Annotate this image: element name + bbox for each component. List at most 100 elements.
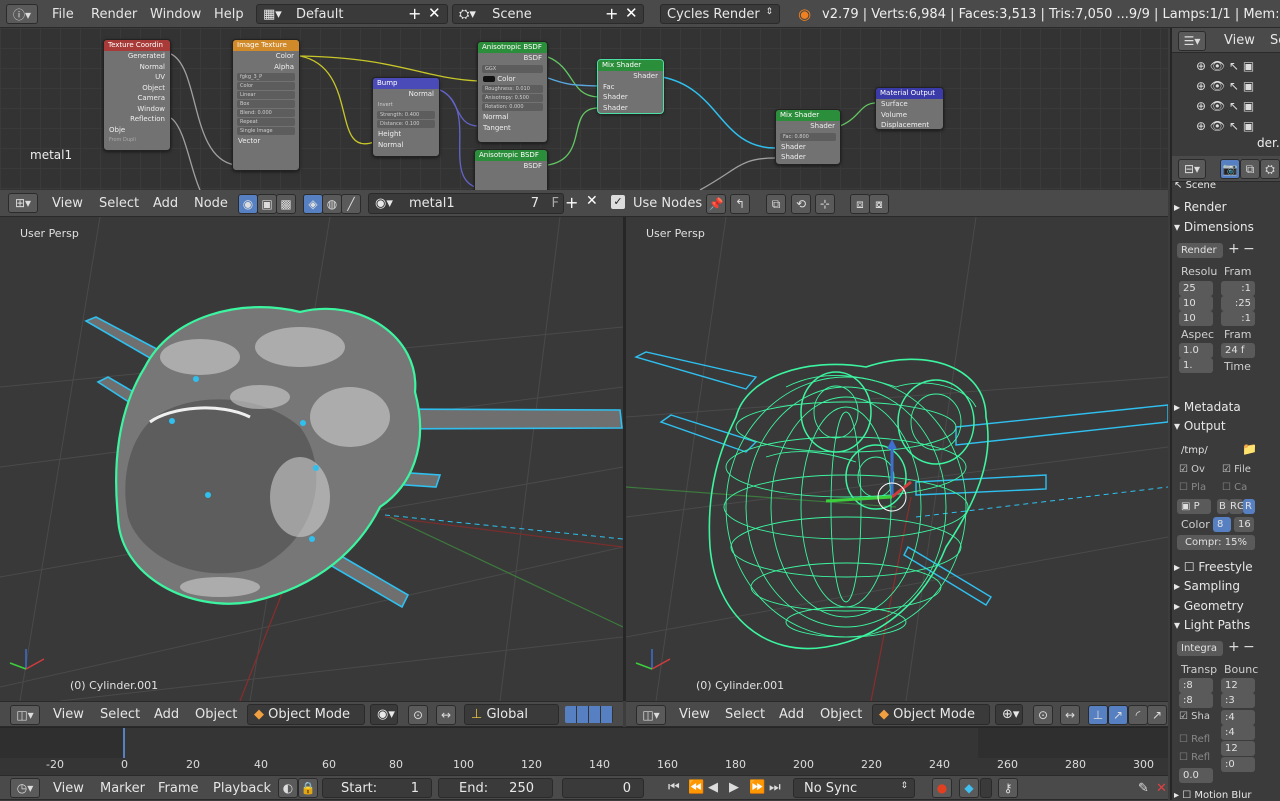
translate-manipulator-icon[interactable]: ⊥: [1088, 705, 1108, 725]
color-mode-rgb[interactable]: RG: [1229, 499, 1245, 514]
refractive-caustics-checkbox[interactable]: ☐ Refl: [1179, 752, 1210, 763]
eye-icon[interactable]: 👁: [1210, 79, 1225, 93]
start-frame-field[interactable]: Start: 1: [322, 778, 432, 798]
outliner-menu-view[interactable]: View: [1224, 33, 1255, 48]
manipulator-icon[interactable]: ↔: [436, 705, 456, 725]
use-nodes-checkbox[interactable]: ✓: [611, 195, 625, 209]
info-editor-icon[interactable]: ⓘ▾: [6, 4, 38, 24]
mode-dropdown[interactable]: ◆ Object Mode: [247, 704, 365, 725]
linestyle-icon[interactable]: ╱: [341, 194, 361, 214]
glossy-bounces-field[interactable]: :4: [1221, 725, 1255, 740]
color-socket[interactable]: Color: [478, 74, 547, 85]
file-format-dropdown[interactable]: ▣ P: [1177, 499, 1211, 514]
node-bump[interactable]: Bump Normal Invert Strength: 0.400 Dista…: [372, 77, 440, 157]
playhead[interactable]: [123, 728, 125, 758]
output-path-field[interactable]: /tmp/: [1177, 443, 1237, 458]
distance-field[interactable]: Distance: 0.100: [377, 120, 435, 128]
interpolation-field[interactable]: Linear: [237, 91, 295, 99]
color-mode-rgba[interactable]: R: [1243, 499, 1255, 514]
cursor-icon[interactable]: ↖: [1229, 59, 1239, 73]
shadows-checkbox[interactable]: ☑ Sha: [1179, 711, 1210, 722]
layout-close-icon[interactable]: ✕: [428, 4, 441, 22]
folder-icon[interactable]: 📁: [1242, 442, 1257, 456]
overwrite-checkbox[interactable]: ☑ Ov: [1179, 464, 1205, 475]
outliner-row[interactable]: ⊕ 👁 ↖ ▣: [1196, 116, 1276, 136]
material-add-icon[interactable]: +: [565, 193, 578, 212]
play-icon[interactable]: ▶: [729, 780, 739, 795]
eye-icon[interactable]: 👁: [1210, 99, 1225, 113]
bounces-max-field[interactable]: 12: [1221, 678, 1255, 693]
color-space-field[interactable]: Color: [237, 82, 295, 90]
view3d-menu-object[interactable]: Object: [195, 707, 237, 722]
tool-pen-icon[interactable]: ✎: [1138, 781, 1149, 796]
keying-set-dropdown[interactable]: [980, 778, 992, 798]
menu-render[interactable]: Render: [91, 7, 137, 22]
panel-metadata[interactable]: ▸ Metadata: [1174, 400, 1266, 414]
panel-output[interactable]: ▾ Output: [1174, 419, 1266, 433]
node-menu-select[interactable]: Select: [99, 196, 139, 211]
play-reverse-icon[interactable]: ◀: [708, 780, 718, 795]
outliner-row[interactable]: ⊕ 👁 ↖ ▣: [1196, 96, 1276, 116]
reflective-caustics-checkbox[interactable]: ☐ Refl: [1179, 734, 1210, 745]
backdrop-icon[interactable]: ⧉: [766, 194, 786, 214]
insert-keyframe-icon[interactable]: ⚷: [998, 778, 1018, 798]
roughness-field[interactable]: Roughness: 0.010: [482, 85, 543, 93]
node-anisotropic-bsdf[interactable]: Anisotropic BSDF BSDF GGX Color Roughnes…: [477, 41, 548, 143]
outliner-item-label[interactable]: der.: [1257, 136, 1280, 150]
aspect-x-field[interactable]: 1.0: [1179, 343, 1213, 358]
view3d-menu-select[interactable]: Select: [100, 707, 140, 722]
transp-max-field[interactable]: :8: [1179, 678, 1213, 693]
snap-toggle-icon[interactable]: ⟲: [791, 194, 811, 214]
paste-nodes-icon[interactable]: ⧇: [869, 194, 889, 214]
parent-tree-icon[interactable]: ↰: [730, 194, 750, 214]
cursor-icon[interactable]: ↖: [1229, 99, 1239, 113]
sync-mode-dropdown[interactable]: No Sync ⇕: [793, 778, 915, 798]
panel-dimensions[interactable]: ▾ Dimensions: [1174, 220, 1266, 234]
material-unlink-icon[interactable]: ✕: [586, 193, 598, 209]
color-depth-8[interactable]: 8: [1213, 517, 1231, 532]
transp-min-field[interactable]: :8: [1179, 693, 1213, 708]
camera-icon[interactable]: ▣: [1243, 59, 1254, 73]
compression-slider[interactable]: Compr: 15%: [1177, 535, 1255, 550]
layers-tab-icon[interactable]: ⧉: [1240, 159, 1260, 179]
panel-light-paths[interactable]: ▾ Light Paths: [1174, 618, 1266, 632]
timeline-menu-frame[interactable]: Frame: [158, 781, 199, 796]
rotate-manipulator-icon[interactable]: ↗: [1108, 705, 1128, 725]
integrator-preset-dropdown[interactable]: Integra: [1177, 641, 1223, 656]
object-field-label[interactable]: Obje: [104, 125, 170, 136]
panel-motion-blur[interactable]: ▸ ☐ Motion Blur: [1174, 790, 1266, 801]
scale-manipulator-icon[interactable]: ◜: [1128, 705, 1148, 725]
rotation-field[interactable]: Rotation: 0.000: [482, 103, 543, 111]
from-dupli-checkbox[interactable]: From Dupli: [104, 135, 170, 146]
placeholders-checkbox[interactable]: ☐ Pla: [1179, 482, 1206, 493]
camera-icon[interactable]: ▣: [1243, 119, 1254, 133]
integrator-remove-icon[interactable]: −: [1243, 639, 1255, 655]
timeline-menu-marker[interactable]: Marker: [100, 781, 145, 796]
frame-step-field[interactable]: :1: [1221, 311, 1255, 326]
cursor-icon[interactable]: ↖: [1229, 119, 1239, 133]
node-editor[interactable]: Texture Coordin Generated Normal UV Obje…: [0, 28, 1168, 190]
current-frame-field[interactable]: 0: [562, 778, 644, 798]
scene-close-icon[interactable]: ✕: [625, 4, 638, 22]
scene-add-icon[interactable]: +: [605, 4, 618, 23]
viewport-wireframe[interactable]: User Persp (0) Cylinder.001: [626, 217, 1168, 701]
keying-set-icon[interactable]: ◐: [278, 778, 298, 798]
preset-add-icon[interactable]: +: [1228, 241, 1240, 257]
layer-buttons[interactable]: [565, 706, 613, 723]
node-texture-coordinate[interactable]: Texture Coordin Generated Normal UV Obje…: [103, 39, 171, 151]
node-anisotropic-bsdf-2[interactable]: Anisotropic BSDF BSDF: [474, 149, 548, 190]
outliner-editor-icon[interactable]: ☰▾: [1178, 31, 1206, 51]
outliner[interactable]: ☰▾ View Se ⊕ 👁 ↖ ▣ ⊕ 👁 ↖ ▣ ⊕ 👁 ↖ ▣ ⊕ 👁 ↖…: [1170, 28, 1280, 156]
pivot-point-icon[interactable]: ⊙: [408, 705, 428, 725]
pin-icon[interactable]: 📌: [706, 194, 726, 214]
source-field[interactable]: Single Image: [237, 127, 295, 135]
node-menu-view[interactable]: View: [52, 196, 83, 211]
shading-dropdown[interactable]: ⊕▾: [995, 704, 1023, 725]
compositing-nodes-icon[interactable]: ▣: [257, 194, 277, 214]
resolution-percent-field[interactable]: 10: [1179, 311, 1213, 326]
extension-field[interactable]: Repeat: [237, 118, 295, 126]
menu-file[interactable]: File: [52, 7, 74, 22]
menu-window[interactable]: Window: [150, 7, 201, 22]
outliner-row[interactable]: ⊕ 👁 ↖ ▣: [1196, 56, 1276, 76]
resolution-y-field[interactable]: 10: [1179, 296, 1213, 311]
